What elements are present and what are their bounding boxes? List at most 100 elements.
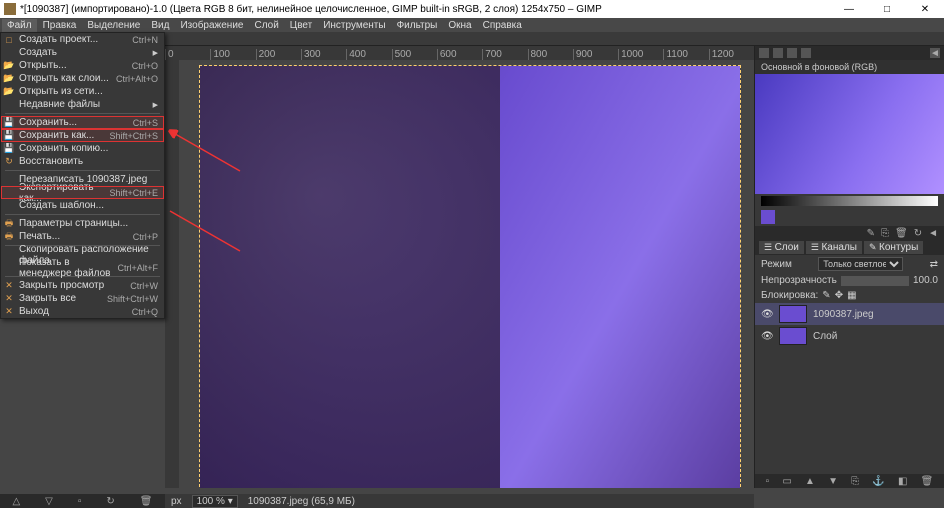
delete-icon[interactable]: 🗑 bbox=[895, 228, 908, 239]
minimize-button[interactable]: — bbox=[834, 4, 864, 15]
layer-thumbnail bbox=[779, 327, 807, 345]
tab-channels[interactable]: ☰ Каналы bbox=[806, 241, 862, 254]
menu-item[interactable]: □Создать проект...Ctrl+N bbox=[1, 33, 164, 46]
panel-menu-icon[interactable]: ◄ bbox=[930, 48, 940, 58]
tool-icon[interactable]: ▫ bbox=[78, 496, 82, 507]
raise-layer-icon[interactable]: ▲ bbox=[805, 476, 815, 487]
menu-filters[interactable]: Фильтры bbox=[392, 19, 443, 32]
refresh-icon[interactable]: ↻ bbox=[914, 228, 922, 239]
menu-item[interactable]: ✕Закрыть просмотрCtrl+W bbox=[1, 279, 164, 292]
panel-tabs-top: ◄ bbox=[755, 46, 944, 60]
file-menu-dropdown: □Создать проект...Ctrl+NСоздать📂Открыть.… bbox=[0, 32, 165, 319]
menu-image[interactable]: Изображение bbox=[175, 19, 248, 32]
menu-item[interactable]: 📂Открыть...Ctrl+O bbox=[1, 59, 164, 72]
menu-select[interactable]: Выделение bbox=[82, 19, 145, 32]
opacity-label: Непрозрачность bbox=[761, 275, 837, 286]
menu-view[interactable]: Вид bbox=[146, 19, 174, 32]
blend-mode-select[interactable]: Только светлое bbox=[818, 257, 903, 271]
menu-edit[interactable]: Правка bbox=[38, 19, 82, 32]
app-icon bbox=[4, 3, 16, 15]
lock-position-icon[interactable]: ✥ bbox=[835, 290, 843, 301]
layer-item[interactable]: 👁 Слой bbox=[755, 325, 944, 347]
lock-alpha-icon[interactable]: ▦ bbox=[847, 290, 856, 301]
menu-item[interactable]: Создать bbox=[1, 46, 164, 59]
duplicate-icon[interactable]: ⎘ bbox=[881, 228, 889, 239]
tool-icon[interactable]: ▽ bbox=[45, 496, 53, 507]
opacity-slider[interactable] bbox=[841, 276, 909, 286]
panel-tab-icon[interactable] bbox=[801, 48, 811, 58]
maximize-button[interactable]: □ bbox=[872, 4, 902, 15]
status-file: 1090387.jpeg (65,9 МБ) bbox=[248, 496, 355, 507]
close-button[interactable]: ✕ bbox=[910, 4, 940, 15]
zoom-level[interactable]: 100 % ▾ bbox=[192, 495, 238, 508]
ruler-vertical bbox=[165, 60, 179, 488]
gradient-preview[interactable] bbox=[761, 196, 938, 206]
menu-color[interactable]: Цвет bbox=[285, 19, 317, 32]
canvas-image[interactable] bbox=[200, 66, 740, 488]
menu-tools[interactable]: Инструменты bbox=[318, 19, 390, 32]
tool-icon[interactable]: 🗑 bbox=[140, 496, 153, 507]
delete-layer-icon[interactable]: 🗑 bbox=[921, 476, 934, 487]
window-title: *[1090387] (импортировано)-1.0 (Цвета RG… bbox=[20, 4, 602, 15]
lock-pixels-icon[interactable]: ✎ bbox=[822, 290, 830, 301]
layers-footer: ▫ ▭ ▲ ▼ ⎘ ⚓ ◧ 🗑 bbox=[755, 474, 944, 488]
annotation-arrow-1 bbox=[165, 126, 245, 176]
color-swatch[interactable] bbox=[761, 210, 775, 224]
tab-layers[interactable]: ☰ Слои bbox=[759, 241, 804, 254]
layer-item[interactable]: 👁 1090387.jpeg bbox=[755, 303, 944, 325]
toolbox-footer: △ ▽ ▫ ↻ 🗑 bbox=[0, 494, 165, 508]
menu-icon[interactable]: ◄ bbox=[928, 228, 938, 239]
menu-file[interactable]: Файл bbox=[2, 19, 37, 32]
mode-label: Режим bbox=[761, 259, 792, 270]
layer-name: 1090387.jpeg bbox=[813, 309, 874, 320]
photo-layer bbox=[200, 66, 500, 488]
menu-help[interactable]: Справка bbox=[478, 19, 527, 32]
menu-item[interactable]: Экспортировать как...Shift+Ctrl+E bbox=[1, 186, 164, 199]
duplicate-layer-icon[interactable]: ⎘ bbox=[851, 476, 859, 487]
menu-item[interactable]: 💾Сохранить как...Shift+Ctrl+S bbox=[1, 129, 164, 142]
tool-icon[interactable]: △ bbox=[12, 496, 20, 507]
menu-windows[interactable]: Окна bbox=[443, 19, 476, 32]
visibility-icon[interactable]: 👁 bbox=[761, 331, 773, 342]
menu-item[interactable]: 📂Открыть из сети... bbox=[1, 85, 164, 98]
menu-item[interactable]: Показать в менеджере файловCtrl+Alt+F bbox=[1, 261, 164, 274]
layer-thumbnail bbox=[779, 305, 807, 323]
titlebar: *[1090387] (импортировано)-1.0 (Цвета RG… bbox=[0, 0, 944, 18]
menu-layer[interactable]: Слой bbox=[249, 19, 283, 32]
menu-item[interactable]: ✕Закрыть всеShift+Ctrl+W bbox=[1, 292, 164, 305]
mask-icon[interactable]: ◧ bbox=[898, 476, 907, 487]
menu-item[interactable]: Создать шаблон... bbox=[1, 199, 164, 212]
preview-title: Основной в фоновой (RGB) bbox=[755, 60, 944, 74]
menu-item[interactable]: ✕ВыходCtrl+Q bbox=[1, 305, 164, 318]
lock-row: Блокировка: ✎ ✥ ▦ bbox=[755, 288, 944, 303]
merge-icon[interactable]: ⚓ bbox=[872, 476, 884, 487]
annotation-arrow-2 bbox=[165, 206, 245, 256]
new-group-icon[interactable]: ▭ bbox=[782, 476, 791, 487]
tool-icon[interactable]: ↻ bbox=[106, 496, 114, 507]
menubar: Файл Правка Выделение Вид Изображение Сл… bbox=[0, 18, 944, 32]
layers-tabs: ☰ Слои ☰ Каналы ✎ Контуры bbox=[755, 240, 944, 255]
mode-toggle-icon[interactable]: ⇄ bbox=[930, 259, 938, 270]
lower-layer-icon[interactable]: ▼ bbox=[828, 476, 838, 487]
tab-paths[interactable]: ✎ Контуры bbox=[864, 241, 923, 254]
navigation-preview[interactable] bbox=[755, 74, 944, 194]
menu-item[interactable]: 💾Сохранить копию... bbox=[1, 142, 164, 155]
menu-item[interactable]: 💾Сохранить...Ctrl+S bbox=[1, 116, 164, 129]
menu-item[interactable]: 🖶Параметры страницы... bbox=[1, 217, 164, 230]
opacity-row: Непрозрачность 100.0 bbox=[755, 273, 944, 288]
menu-item[interactable]: Недавние файлы bbox=[1, 98, 164, 111]
opacity-value: 100.0 bbox=[913, 275, 938, 286]
panel-tab-icon[interactable] bbox=[773, 48, 783, 58]
ruler-horizontal: 0100200300400500600700800900100011001200 bbox=[165, 46, 754, 60]
menu-item[interactable]: 🖶Печать...Ctrl+P bbox=[1, 230, 164, 243]
visibility-icon[interactable]: 👁 bbox=[761, 309, 773, 320]
menu-item[interactable]: ↻Восстановить bbox=[1, 155, 164, 168]
panel-tab-icon[interactable] bbox=[787, 48, 797, 58]
menu-item[interactable]: 📂Открыть как слои...Ctrl+Alt+O bbox=[1, 72, 164, 85]
lock-label: Блокировка: bbox=[761, 290, 818, 301]
unit-label: px bbox=[171, 496, 182, 507]
brush-icon[interactable]: ✎ bbox=[867, 228, 875, 239]
statusbar: px 100 % ▾ 1090387.jpeg (65,9 МБ) bbox=[165, 494, 754, 508]
new-layer-icon[interactable]: ▫ bbox=[766, 476, 770, 487]
panel-tab-icon[interactable] bbox=[759, 48, 769, 58]
